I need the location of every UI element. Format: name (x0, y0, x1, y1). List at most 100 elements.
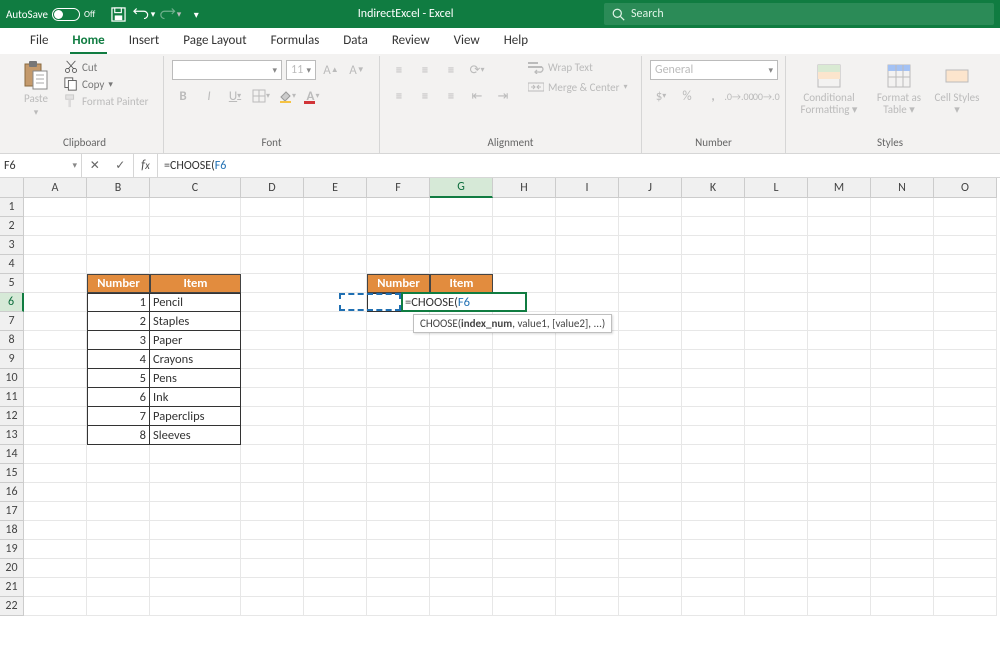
cell-M2[interactable] (808, 217, 871, 236)
tab-file[interactable]: File (18, 29, 60, 54)
col-header-J[interactable]: J (619, 178, 682, 198)
cell-A22[interactable] (24, 597, 87, 616)
cell-A19[interactable] (24, 540, 87, 559)
underline-icon[interactable]: U▾ (224, 86, 246, 106)
cell-O17[interactable] (934, 502, 997, 521)
cell-O2[interactable] (934, 217, 997, 236)
cell-D7[interactable] (241, 312, 304, 331)
cell-J1[interactable] (619, 198, 682, 217)
cell-E19[interactable] (304, 540, 367, 559)
cell-K7[interactable] (682, 312, 745, 331)
fx-icon[interactable]: fx (134, 154, 158, 177)
cell-C1[interactable] (150, 198, 241, 217)
cell-B10[interactable]: 5 (87, 369, 150, 388)
cell-H9[interactable] (493, 350, 556, 369)
cell-G19[interactable] (430, 540, 493, 559)
cell-K11[interactable] (682, 388, 745, 407)
row-header-21[interactable]: 21 (0, 578, 24, 597)
cell-K4[interactable] (682, 255, 745, 274)
cell-I8[interactable] (556, 331, 619, 350)
cell-F22[interactable] (367, 597, 430, 616)
accounting-icon[interactable]: $▾ (650, 86, 672, 106)
decrease-indent-icon[interactable]: ⇤ (466, 86, 488, 106)
col-header-H[interactable]: H (493, 178, 556, 198)
cell-C16[interactable] (150, 483, 241, 502)
cell-N22[interactable] (871, 597, 934, 616)
cell-O8[interactable] (934, 331, 997, 350)
cell-G16[interactable] (430, 483, 493, 502)
cell-A7[interactable] (24, 312, 87, 331)
cell-C3[interactable] (150, 236, 241, 255)
col-header-D[interactable]: D (241, 178, 304, 198)
row-header-7[interactable]: 7 (0, 312, 24, 331)
cell-K16[interactable] (682, 483, 745, 502)
cell-A8[interactable] (24, 331, 87, 350)
cell-H17[interactable] (493, 502, 556, 521)
cell-K9[interactable] (682, 350, 745, 369)
cell-F11[interactable] (367, 388, 430, 407)
cell-E12[interactable] (304, 407, 367, 426)
cell-E10[interactable] (304, 369, 367, 388)
cell-J9[interactable] (619, 350, 682, 369)
cell-N10[interactable] (871, 369, 934, 388)
cell-E3[interactable] (304, 236, 367, 255)
borders-icon[interactable]: ▾ (250, 86, 272, 106)
wrap-text-button[interactable]: Wrap Text (528, 60, 628, 74)
comma-icon[interactable]: , (702, 86, 724, 106)
cell-N4[interactable] (871, 255, 934, 274)
cell-F4[interactable] (367, 255, 430, 274)
cell-I6[interactable] (556, 293, 619, 312)
cell-O18[interactable] (934, 521, 997, 540)
cell-L7[interactable] (745, 312, 808, 331)
cell-G21[interactable] (430, 578, 493, 597)
cell-J20[interactable] (619, 559, 682, 578)
cell-L15[interactable] (745, 464, 808, 483)
cell-L1[interactable] (745, 198, 808, 217)
cell-A10[interactable] (24, 369, 87, 388)
cell-A14[interactable] (24, 445, 87, 464)
cell-D14[interactable] (241, 445, 304, 464)
cell-I19[interactable] (556, 540, 619, 559)
cell-D1[interactable] (241, 198, 304, 217)
cell-A20[interactable] (24, 559, 87, 578)
cell-C5[interactable]: Item (150, 274, 241, 293)
row-header-5[interactable]: 5 (0, 274, 24, 293)
cell-H22[interactable] (493, 597, 556, 616)
cell-E8[interactable] (304, 331, 367, 350)
cell-L2[interactable] (745, 217, 808, 236)
cell-K14[interactable] (682, 445, 745, 464)
cell-B14[interactable] (87, 445, 150, 464)
cell-D21[interactable] (241, 578, 304, 597)
cell-C15[interactable] (150, 464, 241, 483)
row-header-1[interactable]: 1 (0, 198, 24, 217)
cell-H19[interactable] (493, 540, 556, 559)
cell-L11[interactable] (745, 388, 808, 407)
cell-C10[interactable]: Pens (150, 369, 241, 388)
cell-G13[interactable] (430, 426, 493, 445)
cell-L16[interactable] (745, 483, 808, 502)
cell-O4[interactable] (934, 255, 997, 274)
cell-F5[interactable]: Number (367, 274, 430, 293)
cell-H3[interactable] (493, 236, 556, 255)
align-middle-icon[interactable]: ≡ (414, 60, 436, 80)
cell-F9[interactable] (367, 350, 430, 369)
cell-M11[interactable] (808, 388, 871, 407)
cell-L4[interactable] (745, 255, 808, 274)
cell-K5[interactable] (682, 274, 745, 293)
cell-H13[interactable] (493, 426, 556, 445)
cell-E6[interactable] (304, 293, 367, 312)
cell-E13[interactable] (304, 426, 367, 445)
cell-K17[interactable] (682, 502, 745, 521)
cell-C4[interactable] (150, 255, 241, 274)
conditional-formatting-button[interactable]: Conditional Formatting ▾ (794, 60, 864, 116)
formula-input[interactable]: =CHOOSE(F6 (158, 154, 1000, 177)
cell-L17[interactable] (745, 502, 808, 521)
cell-H12[interactable] (493, 407, 556, 426)
cell-A3[interactable] (24, 236, 87, 255)
cell-K22[interactable] (682, 597, 745, 616)
qat-customize-icon[interactable]: ▾ (185, 3, 207, 25)
cell-K20[interactable] (682, 559, 745, 578)
row-header-17[interactable]: 17 (0, 502, 24, 521)
cell-G9[interactable] (430, 350, 493, 369)
cell-O13[interactable] (934, 426, 997, 445)
